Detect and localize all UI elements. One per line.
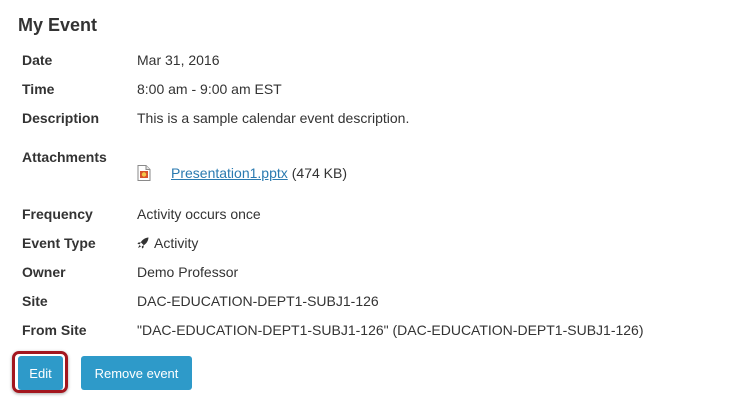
event-type-value-wrap: Activity bbox=[137, 235, 198, 251]
edit-button[interactable]: Edit bbox=[18, 356, 63, 390]
date-value: Mar 31, 2016 bbox=[137, 52, 220, 68]
pptx-file-icon bbox=[137, 165, 151, 181]
remove-event-button[interactable]: Remove event bbox=[81, 356, 192, 390]
from-site-value: "DAC-EDUCATION-DEPT1-SUBJ1-126" (DAC-EDU… bbox=[137, 322, 644, 338]
event-type-label: Event Type bbox=[22, 235, 96, 251]
date-label: Date bbox=[22, 52, 53, 68]
owner-value: Demo Professor bbox=[137, 264, 239, 280]
attachment-size: (474 KB) bbox=[291, 165, 347, 181]
frequency-label: Frequency bbox=[22, 206, 93, 222]
time-value: 8:00 am - 9:00 am EST bbox=[137, 81, 282, 97]
description-value: This is a sample calendar event descript… bbox=[137, 110, 410, 126]
site-value: DAC-EDUCATION-DEPT1-SUBJ1-126 bbox=[137, 293, 379, 309]
description-label: Description bbox=[22, 110, 100, 126]
frequency-value: Activity occurs once bbox=[137, 206, 261, 222]
time-label: Time bbox=[22, 81, 55, 97]
owner-label: Owner bbox=[22, 264, 66, 280]
from-site-label: From Site bbox=[22, 322, 87, 338]
attachment-item: Presentation1.pptx (474 KB) bbox=[137, 165, 347, 181]
event-title: My Event bbox=[18, 15, 98, 35]
rocket-icon bbox=[137, 237, 149, 249]
site-label: Site bbox=[22, 293, 48, 309]
attachments-label: Attachments bbox=[22, 149, 107, 165]
attachment-link[interactable]: Presentation1.pptx bbox=[171, 165, 288, 181]
event-type-value: Activity bbox=[154, 235, 199, 251]
